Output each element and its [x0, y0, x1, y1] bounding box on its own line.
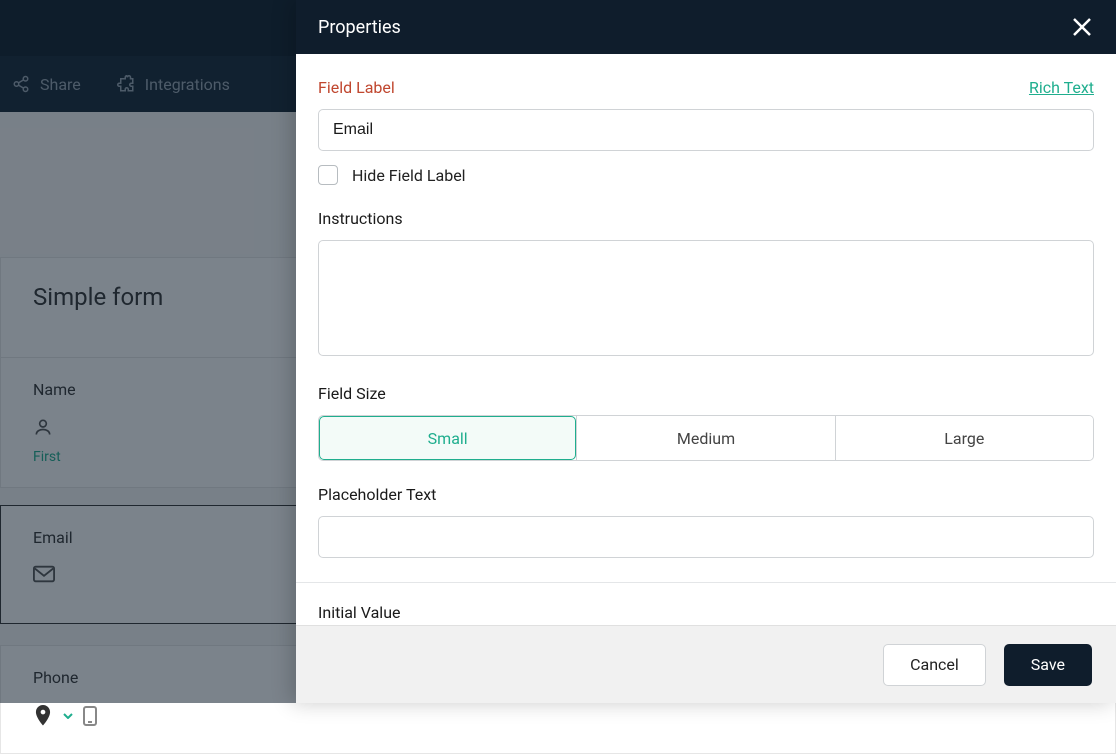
instructions-input[interactable] — [318, 240, 1094, 356]
properties-panel: Properties Field Label Rich Text Hide Fi… — [296, 0, 1116, 703]
rich-text-link[interactable]: Rich Text — [1029, 78, 1094, 97]
placeholder-section: Placeholder Text — [318, 485, 1094, 558]
hide-label-text: Hide Field Label — [352, 166, 466, 185]
close-button[interactable] — [1070, 15, 1094, 39]
field-label-input[interactable] — [318, 109, 1094, 151]
section-divider — [296, 582, 1116, 583]
instructions-section: Instructions — [318, 209, 1094, 360]
field-label-heading: Field Label — [318, 78, 395, 97]
panel-footer: Cancel Save — [296, 625, 1116, 703]
field-label-section: Field Label Rich Text Hide Field Label — [318, 78, 1094, 185]
panel-title: Properties — [318, 17, 401, 38]
smartphone-icon — [83, 706, 97, 726]
close-icon — [1072, 17, 1092, 37]
size-medium-button[interactable]: Medium — [576, 416, 834, 460]
cancel-button[interactable]: Cancel — [883, 644, 986, 686]
placeholder-input[interactable] — [318, 516, 1094, 558]
field-size-segmented: Small Medium Large — [318, 415, 1094, 461]
size-large-button[interactable]: Large — [835, 416, 1093, 460]
placeholder-heading: Placeholder Text — [318, 485, 436, 504]
save-button[interactable]: Save — [1004, 644, 1092, 686]
location-pin-icon — [33, 705, 53, 727]
hide-label-checkbox[interactable] — [318, 165, 338, 185]
field-size-section: Field Size Small Medium Large — [318, 384, 1094, 461]
initial-value-heading: Initial Value — [318, 603, 1094, 625]
instructions-heading: Instructions — [318, 209, 403, 228]
panel-header: Properties — [296, 0, 1116, 54]
size-small-button[interactable]: Small — [319, 416, 576, 460]
chevron-down-icon[interactable] — [63, 713, 73, 719]
panel-body: Field Label Rich Text Hide Field Label I… — [296, 54, 1116, 625]
field-size-heading: Field Size — [318, 384, 386, 403]
